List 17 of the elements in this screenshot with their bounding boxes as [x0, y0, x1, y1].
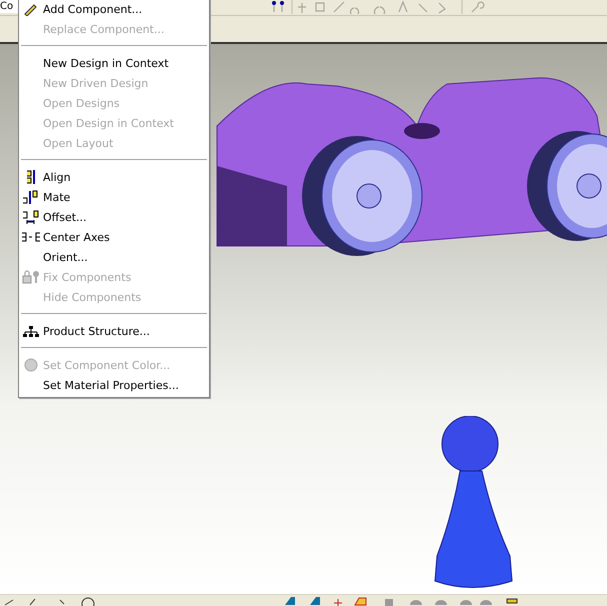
menu-item[interactable]: Offset... — [19, 207, 209, 227]
menu-item[interactable]: Add Component... — [19, 0, 209, 19]
menu-item[interactable]: Set Material Properties... — [19, 375, 209, 395]
menu-item[interactable]: Product Structure... — [19, 321, 209, 341]
menu-item[interactable]: Align — [19, 167, 209, 187]
menu-item[interactable]: Center Axes — [19, 227, 209, 247]
color-ball-icon — [23, 358, 39, 372]
hierarchy-icon — [23, 324, 39, 338]
combo-box[interactable]: Co — [0, 0, 18, 13]
offset-icon — [22, 210, 40, 224]
center-axes-icon — [21, 231, 41, 243]
menu-item[interactable]: New Design in Context — [19, 53, 209, 73]
menu-item[interactable]: Mate — [19, 187, 209, 207]
align-icon — [24, 169, 38, 185]
lock-icon — [22, 270, 40, 284]
mate-icon — [22, 190, 40, 204]
menu-item[interactable]: Orient... — [19, 247, 209, 267]
